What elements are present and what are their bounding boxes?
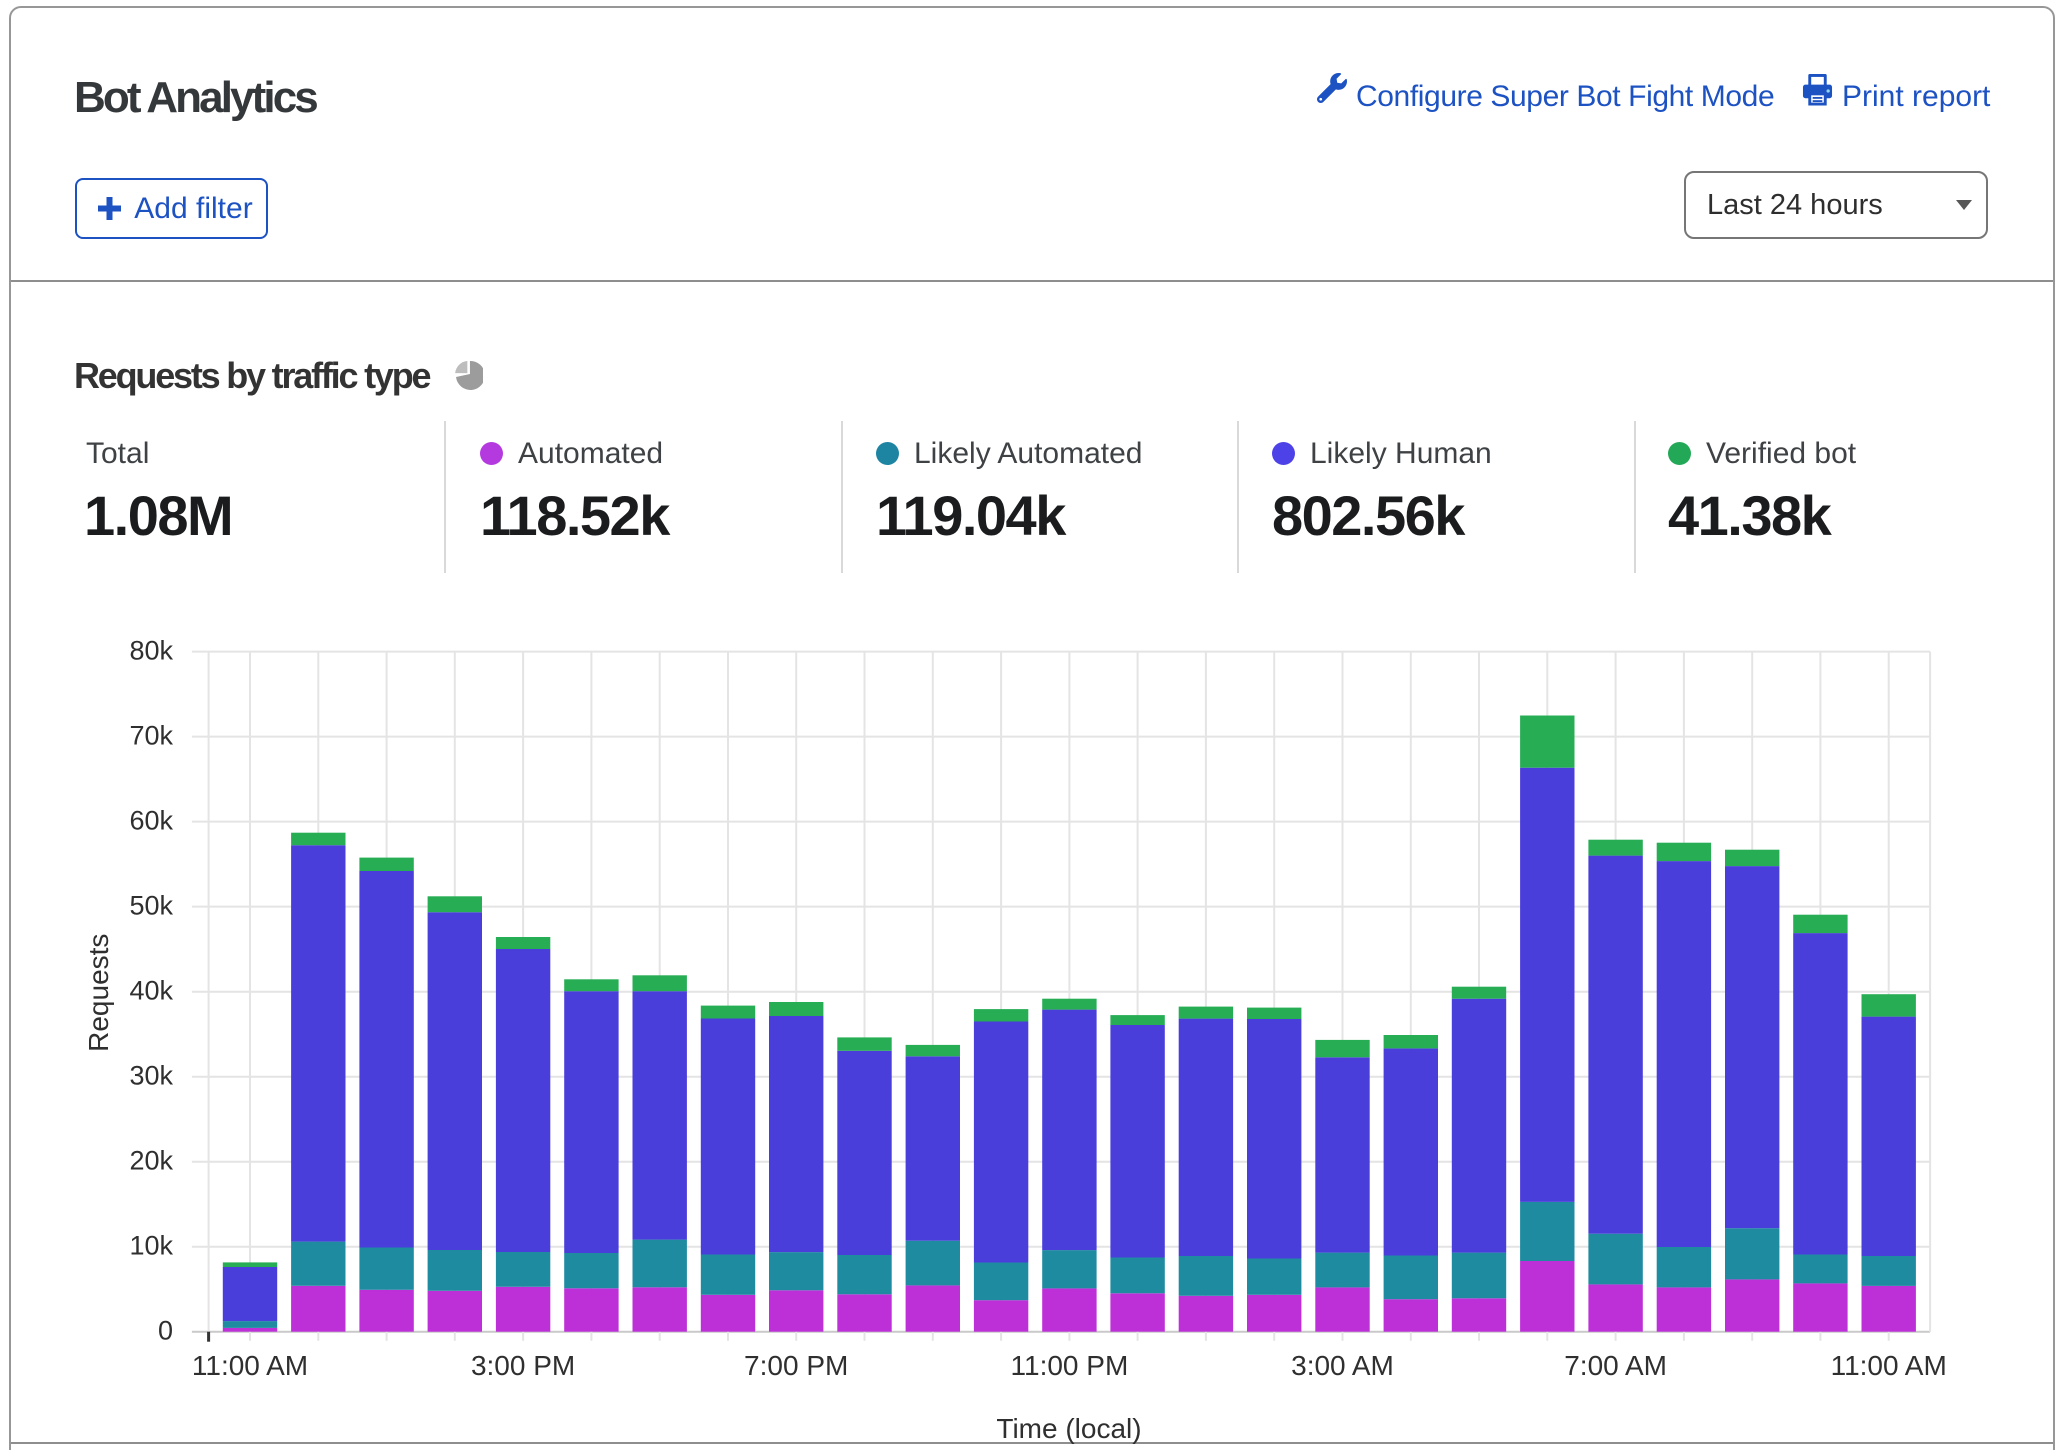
svg-text:40k: 40k (129, 976, 173, 1006)
svg-text:7:00 AM: 7:00 AM (1564, 1350, 1667, 1381)
svg-text:30k: 30k (129, 1061, 173, 1091)
svg-text:3:00 PM: 3:00 PM (471, 1350, 575, 1381)
svg-text:11:00 PM: 11:00 PM (1011, 1350, 1129, 1381)
svg-text:11:00 AM: 11:00 AM (1831, 1350, 1947, 1381)
svg-text:70k: 70k (129, 721, 173, 751)
svg-text:20k: 20k (129, 1146, 173, 1176)
svg-text:0: 0 (158, 1316, 173, 1346)
svg-text:10k: 10k (129, 1231, 173, 1261)
svg-text:Time (local): Time (local) (996, 1413, 1141, 1444)
svg-text:Requests: Requests (83, 934, 114, 1052)
svg-text:3:00 AM: 3:00 AM (1291, 1350, 1394, 1381)
svg-text:60k: 60k (129, 806, 173, 836)
svg-text:7:00 PM: 7:00 PM (744, 1350, 848, 1381)
svg-text:80k: 80k (129, 636, 173, 666)
svg-text:11:00 AM: 11:00 AM (192, 1350, 308, 1381)
svg-text:50k: 50k (129, 891, 173, 921)
